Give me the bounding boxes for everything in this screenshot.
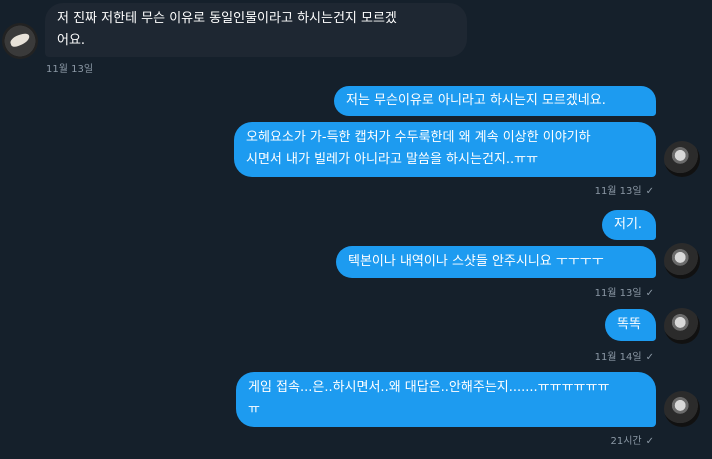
outgoing-message-bubble[interactable]: 오헤요소가 가-득한 캡처가 수두룩한데 왜 계속 이상한 이야기하 시면서 내… [234,122,656,177]
outgoing-message-bubble[interactable]: 똑똑 [605,309,656,341]
outgoing-message-bubble[interactable]: 저는 무슨이유로 아니라고 하시는지 모르겠네요. [334,86,656,116]
user-avatar[interactable] [664,243,700,279]
timestamp-text: 11월 14일 [594,352,642,363]
message-timestamp: 21시간 ✓ [610,432,654,447]
message-timestamp: 11월 13일 [46,64,94,75]
sent-check-icon: ✓ [645,186,654,197]
timestamp-text: 21시간 [610,436,642,447]
outgoing-message-bubble[interactable]: 저기. [602,210,656,240]
outgoing-message-bubble[interactable]: 텍본이나 내역이나 스샷들 안주시니요 ㅜㅜㅜㅜ [336,246,656,278]
outgoing-message-bubble[interactable]: 게임 접속...은..하시면서..왜 대답은..안해주는지.......ㅠㅠㅠㅠ… [236,372,656,427]
incoming-message-bubble[interactable]: 저 진짜 저한테 무슨 이유로 동일인물이라고 하시는건지 모르겠 어요. [45,3,467,57]
user-avatar[interactable] [664,308,700,344]
timestamp-text: 11월 13일 [594,186,642,197]
message-timestamp: 11월 14일 ✓ [595,348,654,363]
user-avatar[interactable] [664,141,700,177]
sent-check-icon: ✓ [645,436,654,447]
message-timestamp: 11월 13일 ✓ [595,182,654,197]
message-timestamp: 11월 13일 ✓ [595,284,654,299]
user-avatar[interactable] [664,391,700,427]
sent-check-icon: ✓ [645,352,654,363]
timestamp-text: 11월 13일 [594,288,642,299]
sender-avatar[interactable] [2,23,38,59]
sent-check-icon: ✓ [645,288,654,299]
